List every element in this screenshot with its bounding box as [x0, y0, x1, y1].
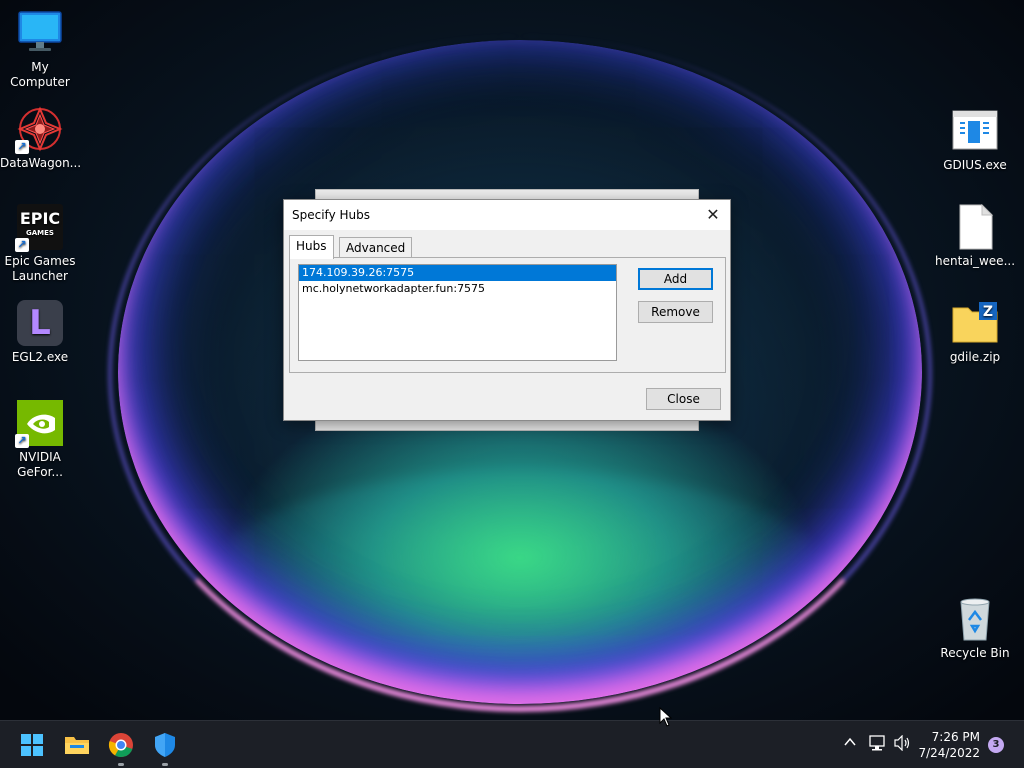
hubs-tab-panel: 174.109.39.26:7575 mc.holynetworkadapter… [289, 257, 726, 373]
desktop-icon-hentai-file[interactable]: hentai_wee... [935, 203, 1016, 269]
chrome-icon[interactable] [107, 731, 135, 766]
desktop-icon-nvidia[interactable]: ↗ NVIDIA GeFor... [0, 400, 80, 480]
desktop-icon-label: My Computer [10, 60, 70, 89]
desktop-icon-gdile-zip[interactable]: Z gdile.zip [935, 300, 1015, 365]
desktop-icon-gdius[interactable]: GDIUS.exe [935, 108, 1015, 173]
shield-icon[interactable] [151, 731, 179, 766]
computer-icon [17, 10, 63, 56]
taskbar-clock[interactable]: 7:26 PM 7/24/2022 [914, 729, 980, 761]
egl2-logo-letter: L [29, 303, 51, 343]
hubs-listbox[interactable]: 174.109.39.26:7575 mc.holynetworkadapter… [298, 264, 617, 361]
remove-button[interactable]: Remove [638, 301, 713, 323]
notification-badge[interactable]: 3 [988, 737, 1004, 753]
desktop-icon-label: EGL2.exe [11, 350, 69, 364]
desktop-icon-label: DataWagon... [0, 156, 82, 170]
desktop-icon-my-computer[interactable]: My Computer [0, 10, 80, 90]
exe-file-icon [952, 108, 998, 154]
shortcut-arrow-icon: ↗ [15, 238, 29, 252]
epic-logo-text: EPIC [19, 209, 61, 228]
desktop-icon-label: gdile.zip [949, 350, 1001, 364]
close-button[interactable]: Close [646, 388, 721, 410]
clock-time: 7:26 PM [931, 730, 980, 744]
running-indicator [118, 763, 124, 766]
dialog-titlebar[interactable]: Specify Hubs ✕ [284, 200, 730, 230]
epic-logo-subtext: GAMES [26, 229, 54, 237]
desktop-icon-label: Recycle Bin [940, 646, 1010, 660]
desktop-icon-epic-games-launcher[interactable]: EPIC GAMES ↗ Epic Games Launcher [0, 204, 80, 284]
svg-text:Z: Z [983, 304, 993, 320]
epic-games-icon: EPIC GAMES ↗ [15, 204, 63, 252]
running-indicator [162, 763, 168, 766]
hub-list-item[interactable]: 174.109.39.26:7575 [299, 265, 616, 281]
close-icon[interactable]: ✕ [700, 202, 726, 228]
desktop-icon-datawagon[interactable]: ↗ DataWagon... [0, 106, 82, 171]
tab-advanced[interactable]: Advanced [339, 237, 413, 259]
windows-start-icon[interactable] [18, 731, 46, 759]
desktop-icon-label: hentai_wee... [935, 254, 1016, 268]
recycle-bin-icon [952, 596, 998, 642]
tab-hubs[interactable]: Hubs [289, 235, 334, 259]
folder-icon[interactable] [63, 731, 91, 759]
shortcut-arrow-icon: ↗ [15, 434, 29, 448]
nvidia-icon: ↗ [15, 400, 63, 448]
zip-folder-icon: Z [952, 300, 998, 346]
desktop-icon-label: NVIDIA GeFor... [17, 450, 63, 479]
clock-date: 7/24/2022 [918, 746, 980, 760]
desktop-icon-egl2[interactable]: L EGL2.exe [0, 300, 80, 365]
specify-hubs-dialog: Specify Hubs ✕ Hubs Advanced 174.109.39.… [283, 199, 731, 421]
add-button[interactable]: Add [638, 268, 713, 290]
shortcut-arrow-icon: ↗ [15, 140, 29, 154]
datawagon-icon: ↗ [15, 106, 63, 154]
dialog-title: Specify Hubs [292, 208, 370, 222]
desktop-icon-label: GDIUS.exe [943, 158, 1007, 172]
taskbar: 7:26 PM 7/24/2022 3 [0, 720, 1024, 768]
desktop-icon-recycle-bin[interactable]: Recycle Bin [935, 596, 1015, 661]
hub-list-item[interactable]: mc.holynetworkadapter.fun:7575 [299, 281, 616, 297]
network-icon[interactable] [869, 735, 887, 755]
egl2-icon: L [17, 300, 63, 346]
desktop-icon-label: Epic Games Launcher [4, 254, 76, 283]
blank-file-icon [952, 203, 998, 250]
chevron-up-icon[interactable] [843, 735, 857, 753]
volume-icon[interactable] [893, 734, 911, 755]
